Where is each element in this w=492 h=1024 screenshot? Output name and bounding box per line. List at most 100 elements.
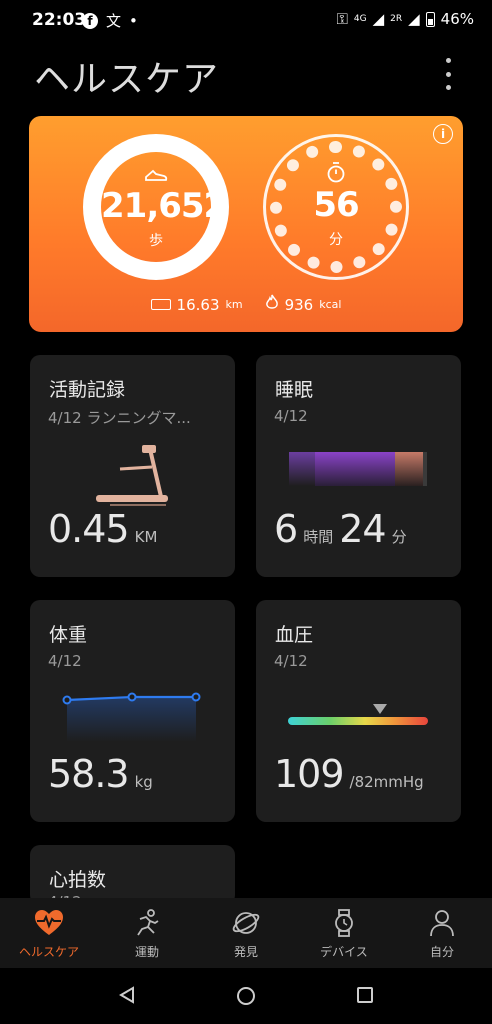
battery-percent: 46% bbox=[440, 10, 474, 28]
nav-health[interactable]: ヘルスケア bbox=[4, 908, 94, 960]
treadmill-icon bbox=[96, 445, 168, 506]
bp-scale-bar bbox=[288, 717, 428, 725]
nav-exercise-label: 運動 bbox=[134, 945, 159, 959]
back-button[interactable] bbox=[118, 986, 136, 1008]
sleep-stage-bar bbox=[423, 452, 427, 486]
sleep-hours: 6 bbox=[274, 507, 298, 551]
nav-devices[interactable]: デバイス bbox=[299, 908, 389, 960]
sleep-hours-unit: 時間 bbox=[303, 528, 334, 546]
signal-icon-2: ◢ bbox=[408, 10, 420, 28]
calories-unit: kcal bbox=[319, 298, 342, 311]
sleep-title: 睡眠 bbox=[275, 379, 314, 401]
nav-me-label: 自分 bbox=[429, 945, 454, 959]
sleep-stage-chart bbox=[289, 452, 427, 486]
activity-log-card[interactable]: 活動記録 4/12 ランニングマ... 0.45 KM bbox=[30, 355, 235, 577]
activity-log-value: 0.45 KM bbox=[48, 507, 157, 551]
nav-me[interactable]: 自分 bbox=[397, 908, 487, 960]
recents-button[interactable] bbox=[356, 986, 374, 1008]
info-icon[interactable]: i bbox=[433, 124, 453, 144]
activity-distance-number: 0.45 bbox=[48, 507, 130, 551]
signal-icon: ◢ bbox=[372, 10, 385, 28]
heart-pulse-icon bbox=[4, 908, 94, 938]
home-button[interactable] bbox=[236, 986, 256, 1010]
activity-summary-card[interactable]: i 21,652 歩 56 分 16.63 km 936 kcal bbox=[29, 116, 463, 332]
sleep-subtitle: 4/12 bbox=[274, 407, 308, 425]
weight-value: 58.3 kg bbox=[48, 752, 153, 796]
nav-discover-label: 発見 bbox=[233, 945, 258, 959]
weight-number: 58.3 bbox=[48, 752, 130, 796]
network-type: 4G bbox=[353, 13, 367, 24]
weight-title: 体重 bbox=[49, 624, 88, 646]
home-circle-icon bbox=[237, 987, 255, 1005]
system-nav-bar bbox=[0, 968, 492, 1024]
planet-icon bbox=[201, 908, 291, 938]
dot-icon: • bbox=[129, 11, 138, 30]
distance-value: 16.63 bbox=[176, 295, 220, 314]
calories-value: 936 bbox=[284, 295, 314, 314]
active-time-unit: 分 bbox=[329, 232, 343, 248]
weight-card[interactable]: 体重 4/12 58.3 kg bbox=[30, 600, 235, 822]
nav-exercise[interactable]: 運動 bbox=[102, 908, 192, 960]
weight-point bbox=[62, 695, 72, 705]
distance-unit: km bbox=[225, 298, 243, 311]
sleep-minutes-unit: 分 bbox=[391, 528, 407, 546]
weight-point bbox=[127, 692, 137, 702]
nav-discover[interactable]: 発見 bbox=[201, 908, 291, 960]
blood-pressure-subtitle: 4/12 bbox=[274, 652, 308, 670]
activity-stats-row: 16.63 km 936 kcal bbox=[29, 294, 463, 315]
back-triangle-icon bbox=[119, 986, 134, 1004]
calories-stat: 936 kcal bbox=[265, 294, 342, 315]
activity-log-subtitle: 4/12 ランニングマ... bbox=[48, 409, 191, 427]
weight-unit: kg bbox=[134, 773, 153, 791]
running-icon bbox=[102, 908, 192, 938]
flame-icon bbox=[265, 294, 279, 315]
shoe-icon bbox=[101, 164, 211, 188]
weight-subtitle: 4/12 bbox=[48, 652, 82, 670]
blood-pressure-card[interactable]: 血圧 4/12 109 /82mmHg bbox=[256, 600, 461, 822]
status-right-icons: ⚿ 4G ◢ 2R ◢ 46% bbox=[336, 10, 474, 28]
sleep-stage-bar bbox=[315, 452, 395, 486]
sleep-value: 6 時間 24 分 bbox=[274, 507, 407, 551]
activity-distance-unit: KM bbox=[134, 528, 158, 546]
active-time-value: 56 bbox=[313, 185, 359, 225]
person-icon bbox=[397, 908, 487, 938]
blood-pressure-value: 109 /82mmHg bbox=[274, 752, 424, 796]
weight-trend-chart bbox=[62, 692, 201, 742]
bp-unit: /82mmHg bbox=[349, 773, 424, 791]
sleep-card[interactable]: 睡眠 4/12 6 時間 24 分 bbox=[256, 355, 461, 577]
bp-marker-icon bbox=[373, 704, 387, 714]
more-dot-icon bbox=[445, 58, 451, 63]
vpn-key-icon: ⚿ bbox=[336, 10, 348, 28]
translate-icon: 文 bbox=[106, 12, 122, 30]
more-dot-icon bbox=[445, 85, 451, 90]
more-dot-icon bbox=[445, 71, 451, 77]
sleep-stage-bar bbox=[289, 452, 315, 486]
status-left-icons: f 文 • bbox=[82, 10, 138, 31]
ruler-icon bbox=[150, 299, 171, 310]
activity-log-title: 活動記録 bbox=[49, 379, 126, 401]
sleep-stage-bar bbox=[395, 452, 423, 486]
nav-devices-label: デバイス bbox=[320, 945, 368, 959]
battery-icon bbox=[425, 11, 435, 27]
sim2-label: 2R bbox=[390, 13, 403, 24]
stopwatch-icon bbox=[266, 161, 406, 188]
distance-stat: 16.63 km bbox=[150, 295, 243, 314]
more-options-button[interactable] bbox=[438, 58, 458, 90]
sleep-minutes: 24 bbox=[339, 507, 386, 551]
bottom-nav: ヘルスケア 運動 発見 デバイス 自分 bbox=[0, 898, 492, 968]
steps-value: 21,652 bbox=[101, 186, 227, 226]
weight-point bbox=[191, 692, 201, 702]
recents-square-icon bbox=[357, 987, 373, 1003]
page-title: ヘルスケア bbox=[34, 59, 220, 100]
nav-health-label: ヘルスケア bbox=[18, 945, 79, 959]
watch-icon bbox=[299, 908, 389, 938]
heart-rate-title: 心拍数 bbox=[49, 869, 107, 891]
steps-ring: 21,652 歩 bbox=[83, 134, 229, 280]
bp-systolic: 109 bbox=[274, 752, 345, 796]
facebook-icon: f bbox=[82, 12, 98, 29]
blood-pressure-title: 血圧 bbox=[275, 624, 314, 646]
status-time: 22:03 bbox=[32, 10, 87, 30]
status-bar: 22:03 f 文 • ⚿ 4G ◢ 2R ◢ 46% bbox=[0, 0, 492, 40]
heart-rate-card[interactable]: 心拍数 4/12 bbox=[30, 845, 235, 905]
steps-unit: 歩 bbox=[149, 233, 163, 249]
